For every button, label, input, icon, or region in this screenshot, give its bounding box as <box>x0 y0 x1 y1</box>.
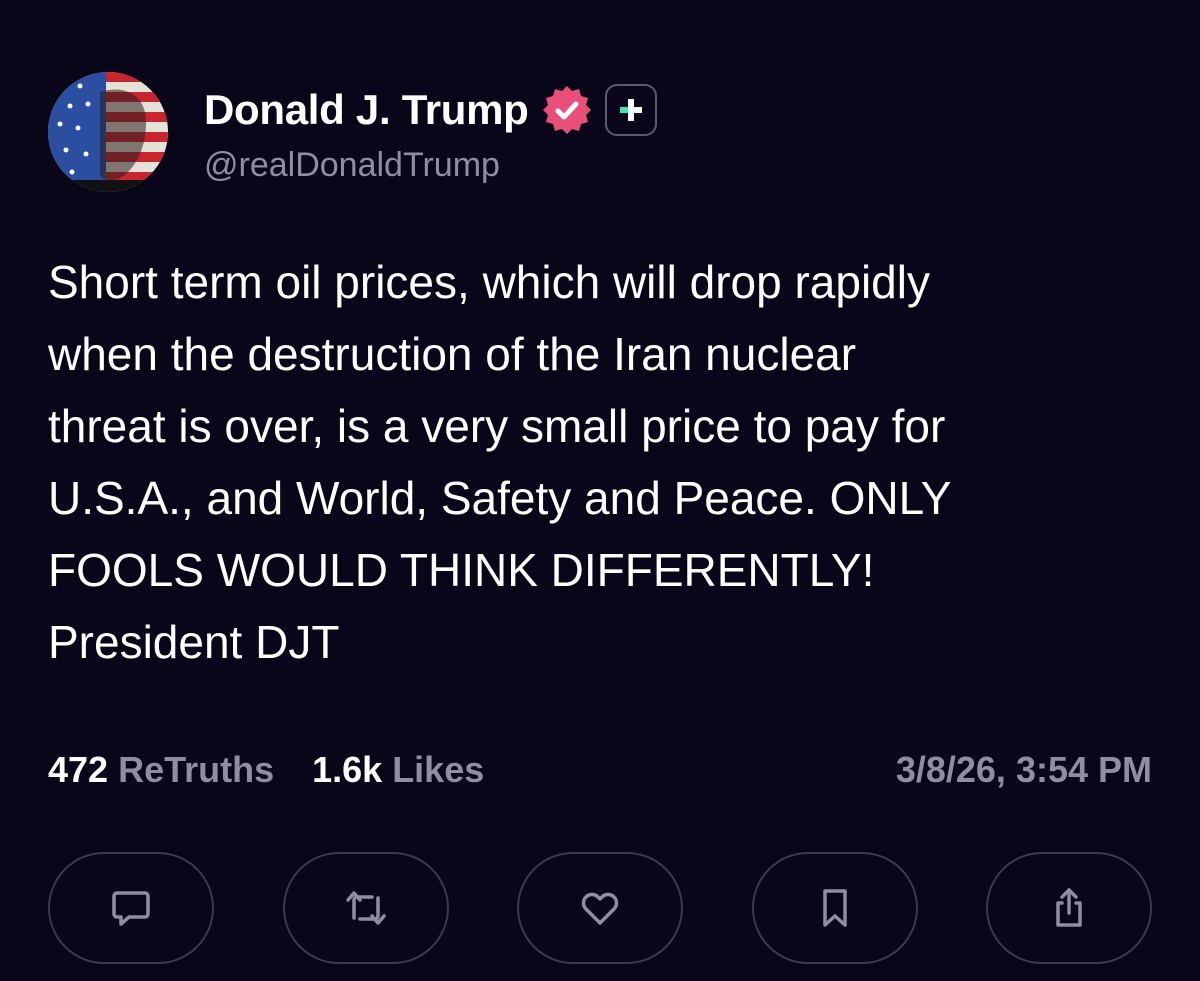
bookmark-icon <box>822 889 847 927</box>
action-bar <box>48 852 1152 964</box>
likes-count: 1.6k <box>312 749 383 790</box>
post-stats: 472 ReTruths 1.6k Likes 3/8/26, 3:54 PM <box>48 744 1152 796</box>
reply-icon <box>112 891 150 926</box>
author-handle[interactable]: @realDonaldTrump <box>204 146 500 185</box>
reply-button[interactable] <box>48 852 214 964</box>
post-text: Short term oil prices, which will drop r… <box>48 256 952 668</box>
author-name-row: Donald J. Trump <box>204 84 657 136</box>
verified-badge-icon <box>541 84 593 136</box>
heart-icon <box>581 892 619 925</box>
bookmark-button[interactable] <box>751 852 918 964</box>
retruths-count: 472 <box>48 749 109 790</box>
retruth-button[interactable] <box>282 852 449 964</box>
post-timestamp: 3/8/26, 3:54 PM <box>895 749 1152 790</box>
post-card: Donald J. Trump @realDonaldTrump Short t… <box>0 0 1200 981</box>
avatar-image <box>48 72 168 192</box>
likes-stat[interactable]: 1.6k Likes <box>312 749 484 791</box>
plus-icon[interactable] <box>604 84 657 136</box>
retruths-stat[interactable]: 472 ReTruths <box>48 749 274 791</box>
share-icon <box>1056 888 1082 927</box>
like-button[interactable] <box>517 852 683 964</box>
share-button[interactable] <box>986 852 1152 964</box>
retruths-label: ReTruths <box>118 749 275 790</box>
author-display-name[interactable]: Donald J. Trump <box>204 86 529 134</box>
retruth-icon <box>345 891 386 925</box>
avatar[interactable] <box>48 72 168 192</box>
likes-label: Likes <box>392 749 485 790</box>
